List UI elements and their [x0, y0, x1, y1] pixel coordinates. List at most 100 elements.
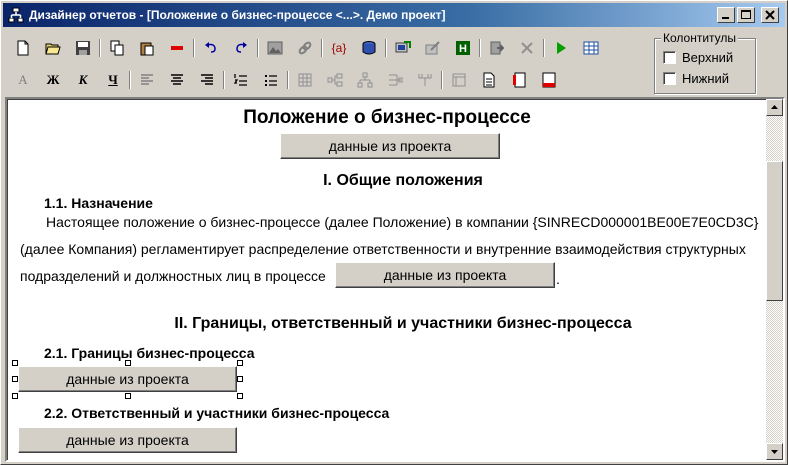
numbered-list-button[interactable]: [229, 69, 253, 91]
insert-field-icon[interactable]: {a}: [327, 37, 351, 59]
align-left-icon: [141, 74, 153, 85]
top-header-checkbox[interactable]: [663, 50, 676, 64]
subsection-2-2-heading: 2.2. Ответственный и участники бизнес-пр…: [44, 405, 390, 421]
tree-branch-button[interactable]: [413, 69, 437, 91]
svg-text:H: H: [459, 43, 467, 55]
arrow-down-icon: [771, 450, 778, 454]
toolbar-format: A Ж К Ч: [7, 67, 647, 93]
tree-right-button[interactable]: [383, 69, 407, 91]
toolbar-main: {a} H: [7, 35, 647, 61]
resize-handle-n[interactable]: [125, 360, 131, 366]
paragraph-line-1: Настоящее положение о бизнес-процессе (д…: [46, 214, 759, 230]
minimize-button[interactable]: [717, 7, 735, 23]
bullet-list-icon: [265, 75, 277, 86]
save-icon: [76, 41, 90, 55]
font-icon[interactable]: A: [11, 69, 35, 91]
document-content: Положение о бизнес-процессе данные из пр…: [7, 99, 767, 460]
run-button[interactable]: [549, 37, 573, 59]
tree-right-icon: [389, 74, 403, 86]
resize-handle-se[interactable]: [237, 393, 243, 399]
form-button[interactable]: [447, 69, 471, 91]
cancel-icon: [521, 42, 533, 54]
header-icon: H: [456, 41, 470, 55]
close-button[interactable]: [761, 7, 779, 23]
bullet-list-button[interactable]: [259, 69, 283, 91]
align-center-button[interactable]: [165, 69, 189, 91]
insert-icon: [490, 41, 505, 55]
page-button[interactable]: [477, 69, 501, 91]
scroll-up-button[interactable]: [766, 99, 783, 116]
link-button[interactable]: [293, 37, 317, 59]
tree-left-icon: [327, 73, 343, 87]
align-left-button[interactable]: [135, 69, 159, 91]
bottom-footer-label: Нижний: [682, 70, 730, 86]
bottom-footer-option[interactable]: Нижний: [663, 70, 729, 86]
resize-handle-w[interactable]: [12, 376, 18, 382]
paste-icon: [140, 42, 154, 56]
export-icon: [425, 41, 440, 55]
title-bar[interactable]: Дизайнер отчетов - [Положение о бизнес-п…: [3, 3, 785, 27]
open-button[interactable]: [41, 37, 65, 59]
undo-icon: [205, 42, 216, 53]
export-button[interactable]: [421, 37, 445, 59]
tree-branch-icon: [418, 74, 432, 86]
image-button[interactable]: [263, 37, 287, 59]
import-button[interactable]: [391, 37, 415, 59]
subsection-1-1-heading: 1.1. Назначение: [44, 195, 153, 211]
arrow-up-icon: [771, 105, 778, 109]
project-data-field-3[interactable]: данные из проекта: [18, 366, 237, 392]
table-button[interactable]: [579, 37, 603, 59]
new-document-button[interactable]: [11, 37, 35, 59]
resize-handle-s[interactable]: [125, 393, 131, 399]
document-title: Положение о бизнес-процессе: [243, 107, 531, 128]
undo-button[interactable]: [199, 37, 223, 59]
resize-handle-sw[interactable]: [12, 393, 18, 399]
scroll-thumb[interactable]: [766, 161, 783, 301]
scroll-down-button[interactable]: [766, 443, 783, 460]
minimize-icon: [722, 17, 729, 19]
paste-button[interactable]: [135, 37, 159, 59]
bottom-footer-checkbox[interactable]: [663, 71, 676, 85]
delete-button[interactable]: [165, 37, 189, 59]
vertical-scrollbar[interactable]: [766, 99, 783, 460]
resize-handle-e[interactable]: [237, 376, 243, 382]
page-footer-icon: [542, 72, 556, 88]
project-data-field-4[interactable]: данные из проекта: [18, 427, 237, 453]
project-data-field-2[interactable]: данные из проекта: [335, 262, 555, 288]
tree-down-button[interactable]: [353, 69, 377, 91]
redo-button[interactable]: [229, 37, 253, 59]
top-header-label: Верхний: [682, 49, 734, 65]
section-1-heading: I. Общие положения: [323, 172, 483, 189]
database-button[interactable]: [357, 37, 381, 59]
page-footer-button[interactable]: [537, 69, 561, 91]
italic-icon[interactable]: К: [71, 69, 95, 91]
open-folder-icon: [45, 43, 61, 55]
image-icon: [267, 41, 283, 55]
align-right-icon: [201, 74, 213, 85]
run-icon: [557, 42, 566, 54]
paragraph-end-period: .: [556, 271, 560, 287]
cancel-button[interactable]: [515, 37, 539, 59]
insert-button[interactable]: [485, 37, 509, 59]
maximize-icon: [741, 10, 751, 19]
copy-icon: [110, 40, 124, 56]
tree-left-button[interactable]: [323, 69, 347, 91]
header-button[interactable]: H: [451, 37, 475, 59]
maximize-button[interactable]: [737, 7, 755, 23]
align-right-button[interactable]: [195, 69, 219, 91]
top-header-option[interactable]: Верхний: [663, 49, 733, 65]
page-break-button[interactable]: [507, 69, 531, 91]
import-icon: [395, 41, 411, 53]
resize-handle-ne[interactable]: [237, 360, 243, 366]
project-data-field-1[interactable]: данные из проекта: [280, 133, 500, 159]
underline-icon[interactable]: Ч: [101, 69, 125, 91]
page-icon: [483, 72, 495, 88]
report-editor[interactable]: Положение о бизнес-процессе данные из пр…: [5, 97, 785, 462]
resize-handle-nw[interactable]: [12, 360, 18, 366]
table-grid-button[interactable]: [293, 69, 317, 91]
form-icon: [452, 73, 466, 87]
bold-icon[interactable]: Ж: [41, 69, 65, 91]
align-center-icon: [171, 74, 183, 85]
save-button[interactable]: [71, 37, 95, 59]
copy-button[interactable]: [105, 37, 129, 59]
